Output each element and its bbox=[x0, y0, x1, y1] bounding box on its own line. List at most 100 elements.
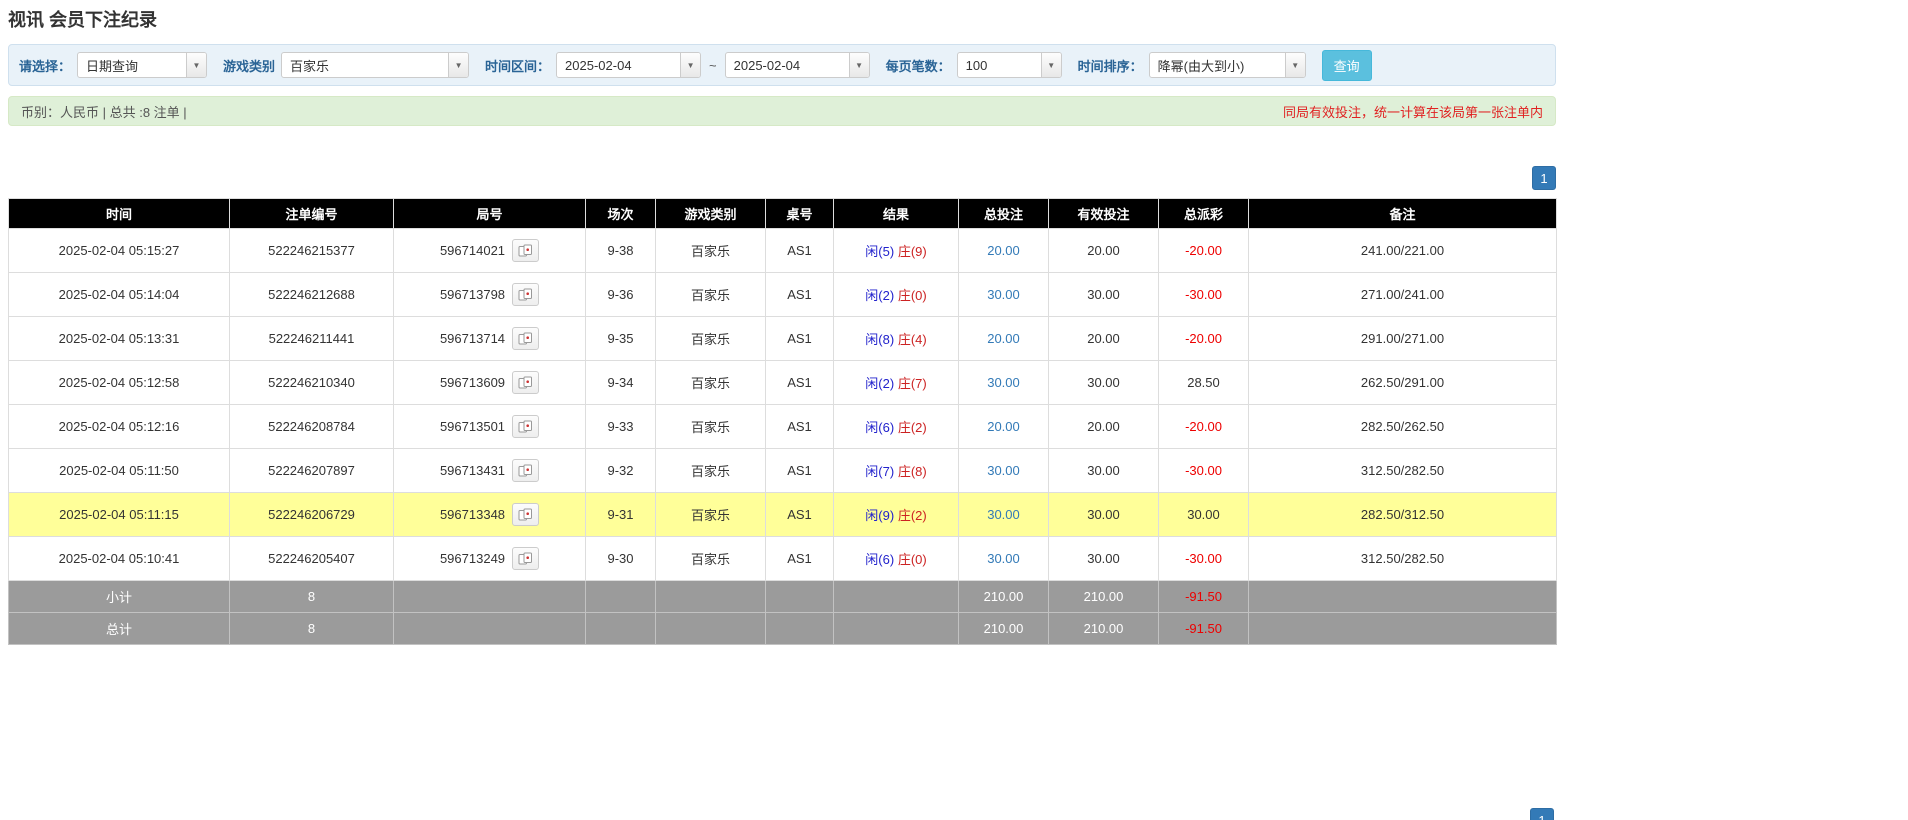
footer-label: 小计 bbox=[9, 581, 230, 613]
cell-table-no: AS1 bbox=[766, 537, 834, 581]
cell-valid-bet: 30.00 bbox=[1049, 449, 1159, 493]
total-bet-link[interactable]: 20.00 bbox=[987, 243, 1020, 258]
chevron-down-icon[interactable]: ▼ bbox=[680, 53, 700, 77]
game-type-label: 游戏类别 bbox=[223, 56, 275, 75]
cell-game-type: 百家乐 bbox=[656, 449, 766, 493]
cell-valid-bet: 20.00 bbox=[1049, 405, 1159, 449]
view-result-button[interactable] bbox=[512, 371, 539, 394]
cell-round: 596713609 bbox=[394, 361, 586, 405]
date-to-combobox[interactable]: 2025-02-04 ▼ bbox=[725, 52, 870, 78]
cards-icon bbox=[518, 552, 533, 565]
result-banker: 庄(0) bbox=[898, 552, 927, 567]
table-row: 2025-02-04 05:14:04522246212688596713798… bbox=[9, 273, 1557, 317]
cell-payout: -20.00 bbox=[1159, 229, 1249, 273]
chevron-down-icon[interactable]: ▼ bbox=[1041, 53, 1061, 77]
chevron-down-icon[interactable]: ▼ bbox=[448, 53, 468, 77]
total-bet-link[interactable]: 30.00 bbox=[987, 287, 1020, 302]
footer-payout: -91.50 bbox=[1159, 613, 1249, 645]
column-header: 局号 bbox=[394, 199, 586, 229]
cell-bet-id: 522246207897 bbox=[230, 449, 394, 493]
cell-table-no: AS1 bbox=[766, 273, 834, 317]
summary-notice: 同局有效投注，统一计算在该局第一张注单内 bbox=[1283, 102, 1543, 121]
total-bet-link[interactable]: 30.00 bbox=[987, 551, 1020, 566]
cell-total-bet: 30.00 bbox=[959, 537, 1049, 581]
footer-payout-value: -91.50 bbox=[1185, 621, 1222, 636]
view-result-button[interactable] bbox=[512, 415, 539, 438]
column-header: 时间 bbox=[9, 199, 230, 229]
footer-empty-cell bbox=[766, 613, 834, 645]
view-result-button[interactable] bbox=[512, 239, 539, 262]
game-type-value[interactable]: 百家乐 bbox=[282, 53, 448, 77]
cell-game-type: 百家乐 bbox=[656, 229, 766, 273]
chevron-down-icon[interactable]: ▼ bbox=[849, 53, 869, 77]
total-bet-link[interactable]: 20.00 bbox=[987, 419, 1020, 434]
round-id: 596713714 bbox=[440, 331, 505, 346]
payout-value: -30.00 bbox=[1185, 551, 1222, 566]
cell-table-no: AS1 bbox=[766, 361, 834, 405]
query-type-combobox[interactable]: 日期查询 ▼ bbox=[77, 52, 207, 78]
result-banker: 庄(4) bbox=[898, 332, 927, 347]
summary-bar: 币别：人民币 | 总共 :8 注单 | 同局有效投注，统一计算在该局第一张注单内 bbox=[8, 96, 1556, 126]
date-to-value[interactable]: 2025-02-04 bbox=[726, 53, 849, 77]
per-page-combobox[interactable]: 100 ▼ bbox=[957, 52, 1062, 78]
cell-result: 闲(7) 庄(8) bbox=[834, 449, 959, 493]
view-result-button[interactable] bbox=[512, 547, 539, 570]
per-page-value[interactable]: 100 bbox=[958, 53, 1041, 77]
cell-payout: -20.00 bbox=[1159, 317, 1249, 361]
payout-value: -30.00 bbox=[1185, 463, 1222, 478]
cell-table-no: AS1 bbox=[766, 229, 834, 273]
cell-payout: 28.50 bbox=[1159, 361, 1249, 405]
cards-icon bbox=[518, 288, 533, 301]
game-type-combobox[interactable]: 百家乐 ▼ bbox=[281, 52, 469, 78]
cell-game-type: 百家乐 bbox=[656, 317, 766, 361]
cell-valid-bet: 30.00 bbox=[1049, 273, 1159, 317]
footer-empty-cell bbox=[656, 581, 766, 613]
total-bet-link[interactable]: 20.00 bbox=[987, 331, 1020, 346]
query-type-value[interactable]: 日期查询 bbox=[78, 53, 186, 77]
cell-session: 9-31 bbox=[586, 493, 656, 537]
cell-session: 9-36 bbox=[586, 273, 656, 317]
footer-total-bet: 210.00 bbox=[959, 613, 1049, 645]
cell-payout: -20.00 bbox=[1159, 405, 1249, 449]
cell-bet-id: 522246210340 bbox=[230, 361, 394, 405]
cell-result: 闲(2) 庄(0) bbox=[834, 273, 959, 317]
view-result-button[interactable] bbox=[512, 327, 539, 350]
column-header: 场次 bbox=[586, 199, 656, 229]
footer-empty-cell bbox=[586, 613, 656, 645]
total-bet-link[interactable]: 30.00 bbox=[987, 463, 1020, 478]
payout-value: -20.00 bbox=[1185, 419, 1222, 434]
table-row: 2025-02-04 05:13:31522246211441596713714… bbox=[9, 317, 1557, 361]
round-id: 596713609 bbox=[440, 375, 505, 390]
date-from-combobox[interactable]: 2025-02-04 ▼ bbox=[556, 52, 701, 78]
view-result-button[interactable] bbox=[512, 283, 539, 306]
range-separator: ~ bbox=[709, 58, 717, 73]
table-header-row: 时间注单编号局号场次游戏类别桌号结果总投注有效投注总派彩备注 bbox=[9, 199, 1557, 229]
cell-bet-id: 522246206729 bbox=[230, 493, 394, 537]
cell-total-bet: 30.00 bbox=[959, 449, 1049, 493]
cell-session: 9-34 bbox=[586, 361, 656, 405]
view-result-button[interactable] bbox=[512, 459, 539, 482]
time-sort-combobox[interactable]: 降幂(由大到小) ▼ bbox=[1149, 52, 1306, 78]
filter-bar: 请选择： 日期查询 ▼ 游戏类别 百家乐 ▼ 时间区间： 2025-02-04 … bbox=[8, 44, 1556, 86]
total-bet-link[interactable]: 30.00 bbox=[987, 375, 1020, 390]
column-header: 备注 bbox=[1249, 199, 1557, 229]
result-player: 闲(9) bbox=[865, 508, 894, 523]
cell-payout: -30.00 bbox=[1159, 273, 1249, 317]
page-1-button[interactable]: 1 bbox=[1532, 166, 1556, 190]
cell-remark: 241.00/221.00 bbox=[1249, 229, 1557, 273]
cell-round: 596713714 bbox=[394, 317, 586, 361]
date-from-value[interactable]: 2025-02-04 bbox=[557, 53, 680, 77]
cell-time: 2025-02-04 05:10:41 bbox=[9, 537, 230, 581]
table-row: 2025-02-04 05:10:41522246205407596713249… bbox=[9, 537, 1557, 581]
payout-value: 28.50 bbox=[1187, 375, 1220, 390]
chevron-down-icon[interactable]: ▼ bbox=[1285, 53, 1305, 77]
search-button[interactable]: 查询 bbox=[1322, 50, 1372, 81]
view-result-button[interactable] bbox=[512, 503, 539, 526]
chevron-down-icon[interactable]: ▼ bbox=[186, 53, 206, 77]
cell-time: 2025-02-04 05:15:27 bbox=[9, 229, 230, 273]
page-1-button-bottom[interactable]: 1 bbox=[1530, 808, 1554, 820]
cell-valid-bet: 20.00 bbox=[1049, 317, 1159, 361]
round-id: 596714021 bbox=[440, 243, 505, 258]
total-bet-link[interactable]: 30.00 bbox=[987, 507, 1020, 522]
time-sort-value[interactable]: 降幂(由大到小) bbox=[1150, 53, 1285, 77]
